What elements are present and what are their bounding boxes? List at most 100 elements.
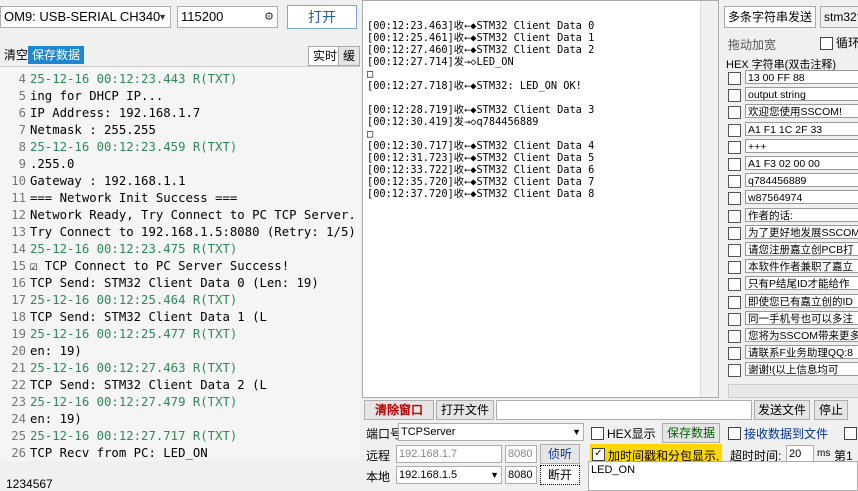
- hex-display-checkbox[interactable]: [591, 427, 604, 440]
- line-number: 18: [11, 310, 26, 324]
- line-number: 6: [18, 106, 26, 120]
- line-text: Gateway : 192.168.1.1: [30, 174, 186, 188]
- string-checkbox[interactable]: [728, 364, 741, 378]
- string-checkbox[interactable]: [728, 295, 741, 309]
- string-checkbox[interactable]: [728, 278, 741, 292]
- timestamp-checkbox[interactable]: ✓: [592, 448, 605, 461]
- open-file-button[interactable]: 打开文件: [436, 400, 494, 420]
- string-checkbox[interactable]: [728, 244, 741, 257]
- line-number: 15: [11, 259, 26, 273]
- string-value[interactable]: 只有P结尾ID才能给作: [745, 276, 858, 291]
- local-label: 本地: [366, 470, 391, 484]
- string-checkbox[interactable]: [728, 330, 741, 343]
- port-type-value: TCPServer: [401, 426, 456, 438]
- send-text-input[interactable]: LED_ON: [588, 461, 858, 491]
- loop-send-checkbox[interactable]: [820, 37, 833, 50]
- line-number: 14: [11, 242, 26, 256]
- line-number: 24: [11, 412, 26, 426]
- tab-multi-string[interactable]: 多条字符串发送: [724, 6, 817, 28]
- string-value[interactable]: 请联系F业务助理QQ:8: [745, 345, 858, 360]
- terminal-line: 6 IP Address: 192.168.1.7: [0, 105, 201, 122]
- receive-line: [00:12:23.463]收←◆STM32 Client Data 0: [367, 20, 595, 32]
- string-value[interactable]: A1 F3 02 00 00: [745, 156, 858, 170]
- timeout-unit: ms: [817, 448, 831, 459]
- string-checkbox[interactable]: [728, 158, 741, 171]
- receive-window[interactable]: [00:12:23.463]收←◆STM32 Client Data 0 [00:…: [362, 0, 719, 398]
- listen-button[interactable]: 侦听: [540, 444, 580, 464]
- receive-scrollbar[interactable]: [700, 1, 718, 397]
- tab-stm32-cmd[interactable]: stm32命: [820, 6, 858, 28]
- baud-select[interactable]: 115200 ⚙: [177, 6, 278, 28]
- string-row: 同一手机号也可以多注: [728, 310, 858, 326]
- string-value[interactable]: 谢谢!(以上信息均可: [745, 362, 858, 377]
- disconnect-button[interactable]: 断开: [540, 465, 580, 485]
- string-value[interactable]: 作者的话:: [745, 207, 858, 222]
- receive-line: [00:12:33.722]收←◆STM32 Client Data 6: [367, 164, 595, 176]
- recv-to-file-checkbox[interactable]: [728, 427, 741, 440]
- port-type-select[interactable]: TCPServer ▼: [398, 423, 584, 441]
- open-port-button[interactable]: 打开: [287, 5, 357, 29]
- line-text: 25-12-16 00:12:25.464 R(TXT): [30, 293, 238, 307]
- receive-line: [00:12:27.460]收←◆STM32 Client Data 2: [367, 44, 595, 56]
- local-ip-select[interactable]: 192.168.1.5 ▼: [396, 466, 502, 484]
- string-value[interactable]: +++: [745, 138, 858, 153]
- string-value[interactable]: 同一手机号也可以多注: [745, 310, 858, 325]
- baud-select-value: 115200: [181, 9, 224, 24]
- terminal-output[interactable]: 4 25-12-16 00:12:23.443 R(TXT) 5 ing for DH…: [0, 67, 360, 461]
- send-file-button[interactable]: 发送文件: [754, 400, 810, 420]
- line-text: TCP Send: STM32 Client Data 2 (L: [30, 378, 267, 392]
- string-value[interactable]: 13 00 FF 88: [745, 70, 858, 84]
- status-text: 1234567: [6, 477, 53, 491]
- terminal-line: 21 25-12-16 00:12:27.463 R(TXT): [0, 360, 237, 377]
- line-number: 25: [11, 429, 26, 443]
- string-checkbox[interactable]: [728, 123, 741, 137]
- string-checkbox[interactable]: [728, 226, 741, 240]
- clear-window-button[interactable]: 清除窗口: [364, 400, 434, 420]
- string-value[interactable]: 请您注册嘉立创PCB打: [745, 242, 858, 256]
- string-value[interactable]: q784456889: [745, 173, 858, 188]
- string-value[interactable]: 为了更好地发展SSCOM: [745, 224, 858, 239]
- line-number: 8: [18, 140, 26, 154]
- tab-realtime[interactable]: 实时: [308, 46, 343, 66]
- remote-port-input[interactable]: 8080: [505, 445, 537, 463]
- string-checkbox[interactable]: [728, 209, 741, 223]
- string-value[interactable]: 您将为SSCOM带来更多: [745, 328, 858, 342]
- extra-checkbox[interactable]: [844, 427, 857, 440]
- line-number: 21: [11, 361, 26, 375]
- string-value[interactable]: output string: [745, 87, 858, 102]
- string-checkbox[interactable]: [728, 72, 741, 85]
- tab-buffer[interactable]: 缓冲: [338, 46, 361, 81]
- string-checkbox[interactable]: [728, 89, 741, 103]
- receive-line: [00:12:28.719]收←◆STM32 Client Data 3: [367, 104, 595, 116]
- string-value[interactable]: 即使您已有嘉立创的ID: [745, 293, 858, 308]
- string-row: A1 F3 02 00 00: [728, 156, 858, 171]
- line-text: 25-12-16 00:12:27.463 R(TXT): [30, 361, 238, 375]
- string-checkbox[interactable]: [728, 140, 741, 154]
- file-path-input[interactable]: [496, 400, 752, 420]
- remote-ip-input[interactable]: 192.168.1.7: [396, 445, 502, 463]
- string-value[interactable]: 欢迎您使用SSCOM!: [745, 104, 858, 119]
- string-value[interactable]: A1 F1 1C 2F 33: [745, 121, 858, 136]
- string-value[interactable]: w87564974: [745, 190, 858, 205]
- port-select[interactable]: OM9: USB-SERIAL CH340 ▼: [0, 6, 171, 28]
- string-checkbox[interactable]: [728, 192, 741, 206]
- settings-icon: ⚙: [264, 11, 274, 23]
- line-number: 20: [11, 344, 26, 358]
- terminal-line: 17 25-12-16 00:12:25.464 R(TXT): [0, 292, 237, 309]
- panel-hscrollbar[interactable]: [728, 384, 858, 398]
- string-checkbox[interactable]: [728, 261, 741, 275]
- terminal-line: 18 TCP Send: STM32 Client Data 1 (L: [0, 309, 267, 326]
- save-data-button[interactable]: 保存数据: [662, 423, 720, 443]
- tab-save-data[interactable]: 保存数据: [28, 46, 85, 64]
- line-text: TCP Send: STM32 Client Data 1 (L: [30, 310, 267, 324]
- string-value[interactable]: 本软件作者兼职了嘉立: [745, 259, 858, 274]
- string-checkbox[interactable]: [728, 175, 741, 189]
- line-text: TCP Recv from PC: LED_ON: [30, 446, 208, 460]
- string-checkbox[interactable]: [728, 312, 741, 326]
- string-checkbox[interactable]: [728, 347, 741, 361]
- local-port-input[interactable]: 8080: [505, 466, 537, 484]
- string-checkbox[interactable]: [728, 106, 741, 120]
- stop-button[interactable]: 停止: [814, 400, 848, 420]
- terminal-line: 16 TCP Send: STM32 Client Data 0 (Len: 19…: [0, 275, 319, 292]
- terminal-line: 9 .255.0: [0, 156, 75, 173]
